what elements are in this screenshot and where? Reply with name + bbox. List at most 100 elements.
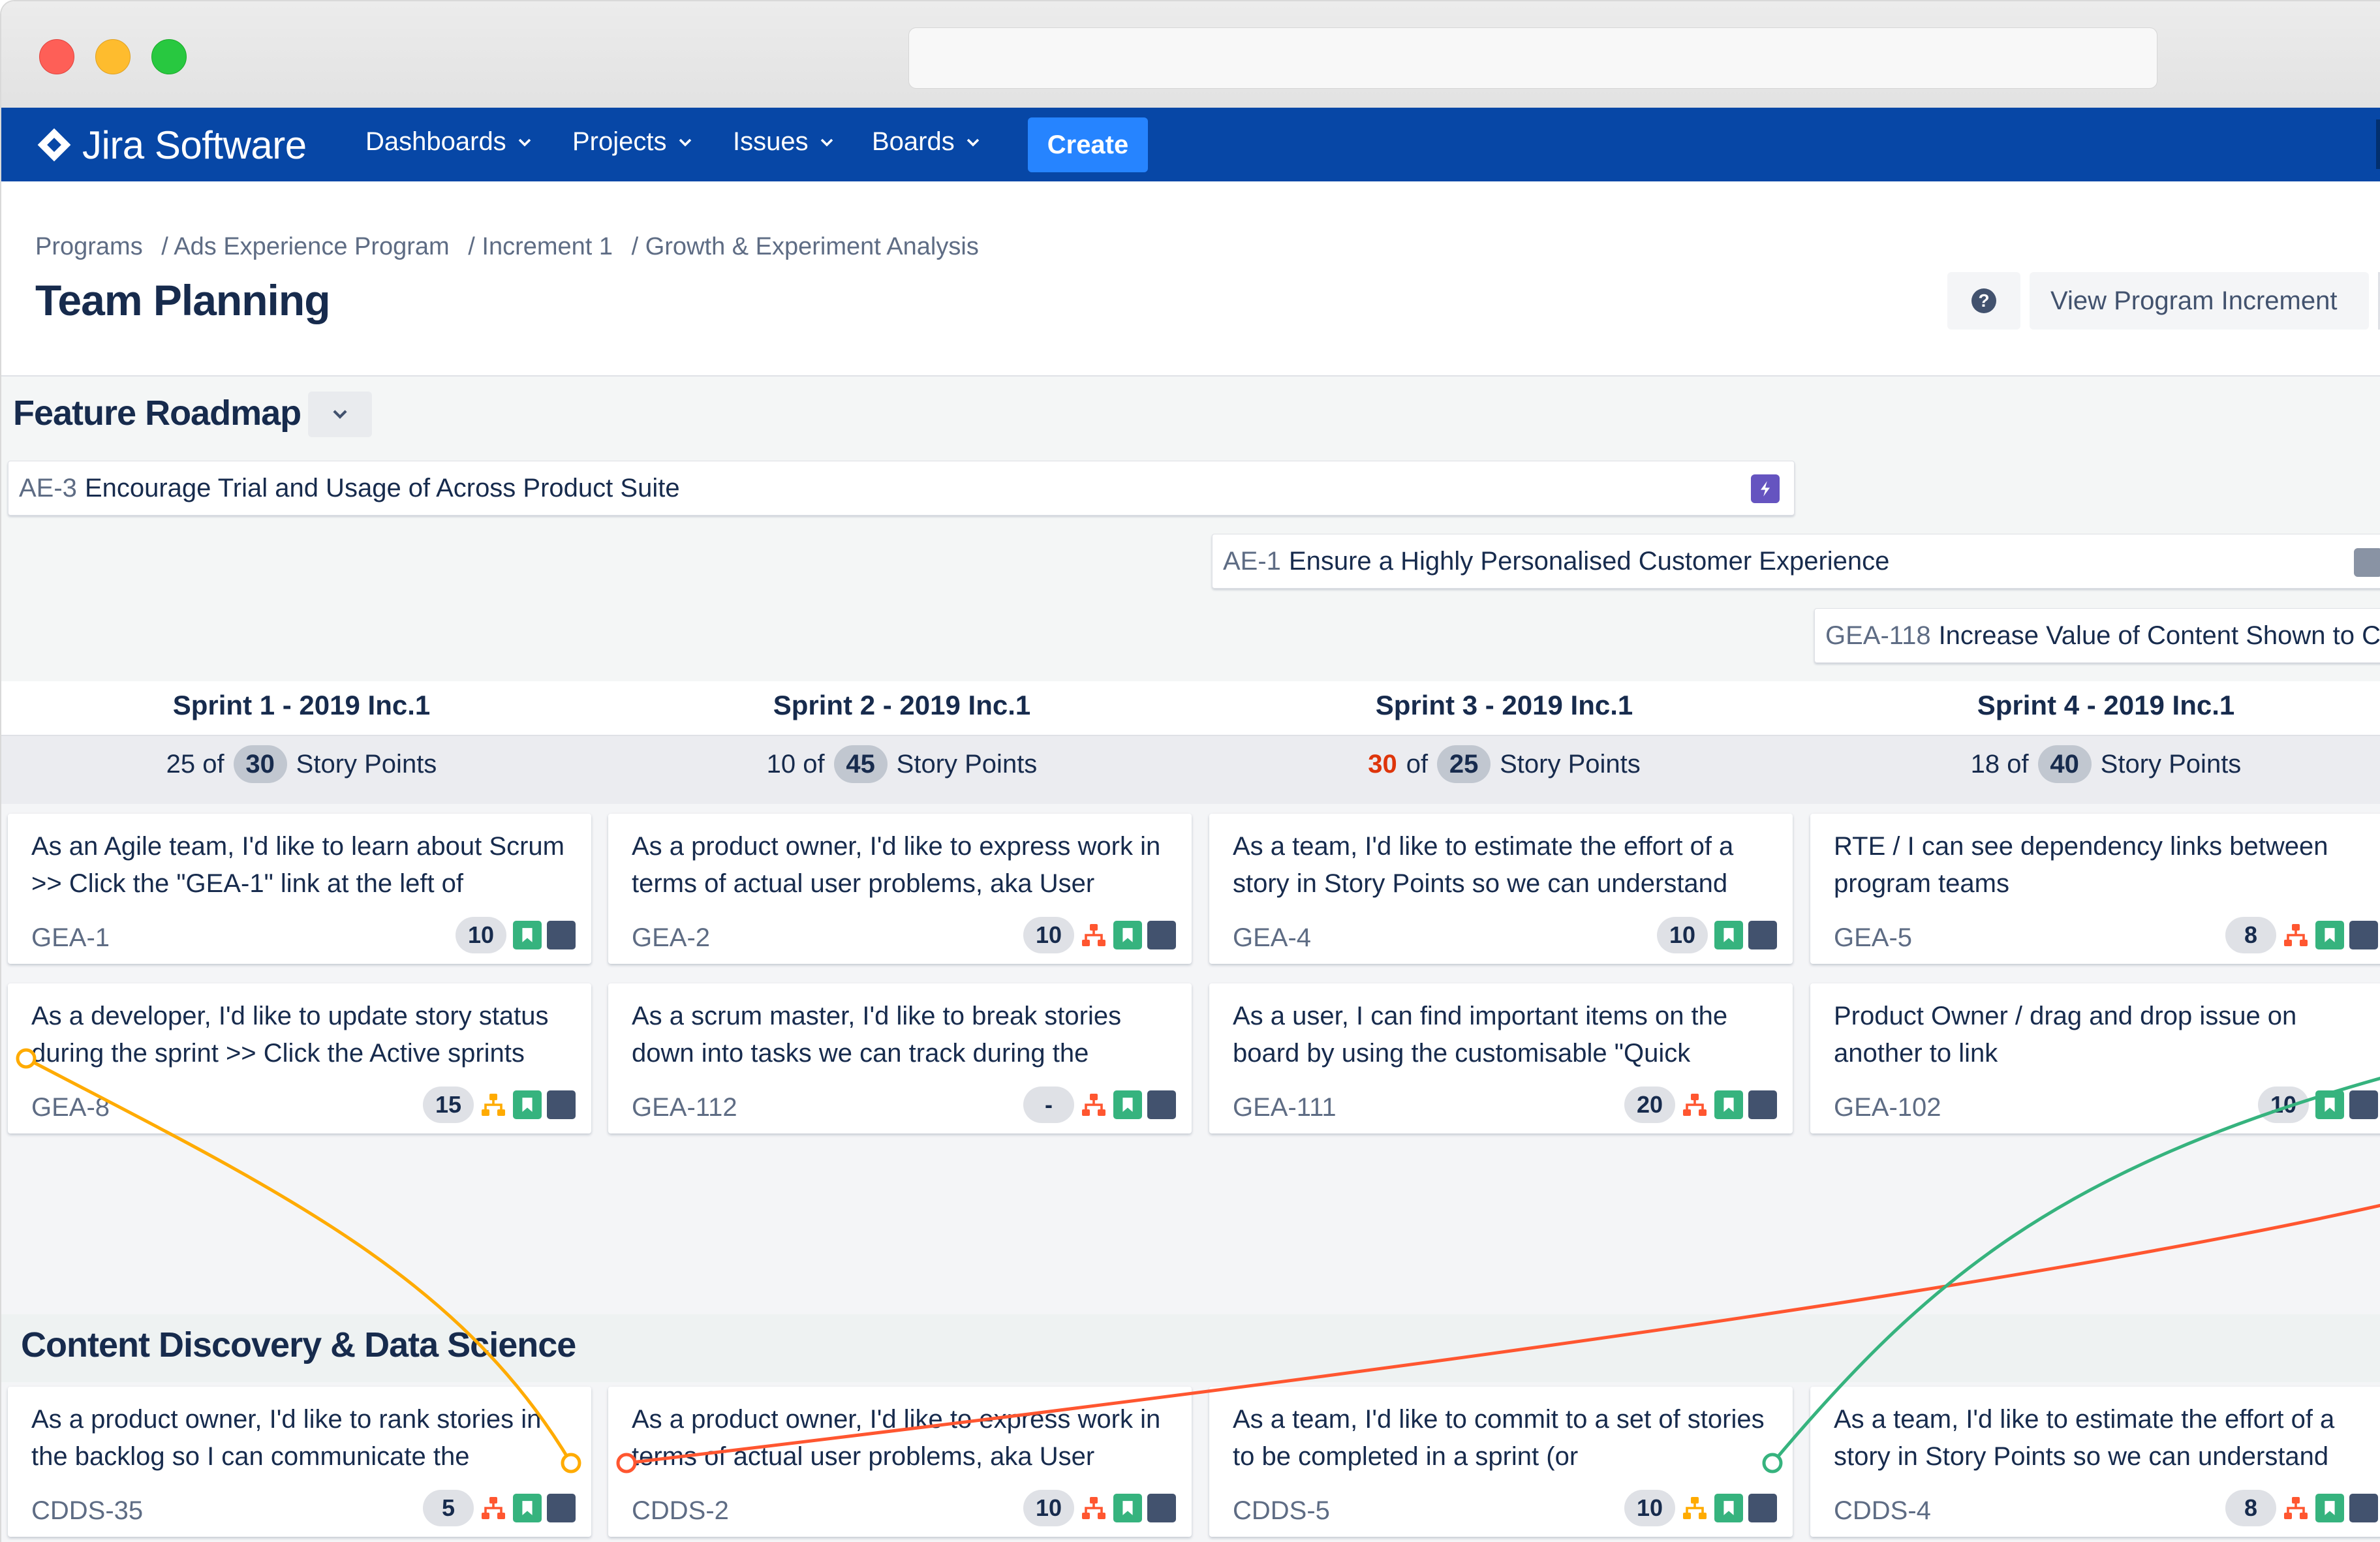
jira-logo[interactable]: Jira Software bbox=[35, 123, 307, 167]
issue-card[interactable]: As an Agile team, I'd like to learn abou… bbox=[8, 814, 591, 964]
nav-boards[interactable]: Boards bbox=[872, 127, 980, 157]
sprint-3-capacity: 30 of 25 Story Points bbox=[1204, 745, 1804, 783]
issue-key[interactable]: CDDS-2 bbox=[632, 1496, 729, 1526]
status-icon bbox=[547, 1090, 576, 1119]
story-icon bbox=[1714, 1494, 1743, 1522]
status-icon bbox=[1748, 921, 1777, 949]
story-points-badge: 5 bbox=[423, 1490, 474, 1526]
issue-key[interactable]: GEA-1 bbox=[31, 923, 110, 953]
story-points-badge: - bbox=[1023, 1087, 1074, 1123]
brand-name: Jira Software bbox=[82, 123, 307, 167]
status-icon bbox=[1147, 921, 1176, 949]
story-icon bbox=[1113, 1494, 1142, 1522]
dependency-icon bbox=[2284, 924, 2308, 946]
feature-key: GEA-118 bbox=[1825, 621, 1931, 650]
dependency-icon bbox=[482, 1094, 505, 1116]
issue-key[interactable]: CDDS-4 bbox=[1834, 1496, 1931, 1526]
breadcrumb-team[interactable]: / Growth & Experiment Analysis bbox=[632, 233, 979, 260]
story-icon bbox=[1714, 1090, 1743, 1119]
view-program-increment-button[interactable]: View Program Increment bbox=[2030, 272, 2369, 330]
dependency-icon bbox=[1082, 1497, 1105, 1519]
issue-summary: As a team, I'd like to estimate the effo… bbox=[1834, 1405, 2335, 1471]
issue-summary: As a developer, I'd like to update story… bbox=[31, 1002, 549, 1068]
question-circle-icon: ? bbox=[1971, 288, 1996, 313]
status-icon bbox=[2349, 921, 2378, 949]
issue-summary: As a scrum master, I'd like to break sto… bbox=[632, 1002, 1122, 1068]
issue-key[interactable]: GEA-102 bbox=[1834, 1093, 1941, 1122]
issue-meta: 10 bbox=[2258, 1085, 2378, 1124]
issue-meta: 20 bbox=[1624, 1085, 1777, 1124]
issue-key[interactable]: CDDS-35 bbox=[31, 1496, 143, 1526]
sprint-4-capacity: 18 of 40 Story Points bbox=[1806, 745, 2380, 783]
story-icon bbox=[513, 921, 542, 949]
used-points-over-capacity: 30 bbox=[1368, 749, 1397, 779]
issue-summary: RTE / I can see dependency links between… bbox=[1834, 832, 2328, 898]
issue-summary: As a product owner, I'd like to express … bbox=[632, 1405, 1161, 1471]
chevron-down-icon bbox=[679, 138, 691, 147]
issue-card[interactable]: As a team, I'd like to commit to a set o… bbox=[1209, 1387, 1793, 1537]
capacity-badge: 25 bbox=[1437, 745, 1491, 783]
roadmap-toggle-button[interactable] bbox=[308, 392, 372, 437]
feature-bar-gea-118[interactable]: GEA-118 Increase Value of Content Shown … bbox=[1814, 608, 2380, 663]
minimize-window-button[interactable] bbox=[95, 39, 131, 74]
status-icon bbox=[1147, 1494, 1176, 1522]
issue-card[interactable]: As a team, I'd like to estimate the effo… bbox=[1810, 1387, 2380, 1537]
team-title-cdds: Content Discovery & Data Science bbox=[21, 1325, 576, 1365]
dependency-icon bbox=[482, 1497, 505, 1519]
issue-key[interactable]: GEA-2 bbox=[632, 923, 710, 953]
maximize-window-button[interactable] bbox=[151, 39, 187, 74]
issue-key[interactable]: GEA-5 bbox=[1834, 923, 1912, 953]
issue-key[interactable]: CDDS-5 bbox=[1233, 1496, 1330, 1526]
story-icon bbox=[1113, 921, 1142, 949]
capacity-badge: 40 bbox=[2037, 745, 2092, 783]
status-icon bbox=[2349, 1090, 2378, 1119]
issue-card[interactable]: As a product owner, I'd like to express … bbox=[608, 1387, 1192, 1537]
chevron-down-icon bbox=[966, 138, 980, 147]
issue-key[interactable]: GEA-111 bbox=[1233, 1093, 1337, 1122]
issue-card[interactable]: As a scrum master, I'd like to break sto… bbox=[608, 983, 1192, 1133]
used-points: 10 bbox=[766, 749, 796, 779]
issue-card[interactable]: As a team, I'd like to estimate the effo… bbox=[1209, 814, 1793, 964]
issue-key[interactable]: GEA-8 bbox=[31, 1093, 110, 1122]
status-icon bbox=[1147, 1090, 1176, 1119]
issue-meta: 8 bbox=[2225, 916, 2378, 955]
sprint-1-capacity: 25 of 30 Story Points bbox=[1, 745, 602, 783]
issue-card[interactable]: As a product owner, I'd like to express … bbox=[608, 814, 1192, 964]
breadcrumb-programs[interactable]: Programs bbox=[35, 233, 143, 260]
dependency-icon bbox=[1082, 924, 1105, 946]
breadcrumb-increment[interactable]: / Increment 1 bbox=[468, 233, 613, 260]
feature-bar-ae-1[interactable]: AE-1 Ensure a Highly Personalised Custom… bbox=[1212, 534, 2380, 589]
issue-summary: Product Owner / drag and drop issue on a… bbox=[1834, 1002, 2297, 1068]
dependency-icon bbox=[1082, 1094, 1105, 1116]
close-window-button[interactable] bbox=[39, 39, 74, 74]
story-icon bbox=[1113, 1090, 1142, 1119]
breadcrumb-program[interactable]: / Ads Experience Program bbox=[161, 233, 449, 260]
feature-key: AE-1 bbox=[1223, 546, 1281, 576]
issue-card[interactable]: As a product owner, I'd like to rank sto… bbox=[8, 1387, 591, 1537]
issue-key[interactable]: GEA-112 bbox=[632, 1093, 737, 1122]
issue-key[interactable]: GEA-4 bbox=[1233, 923, 1311, 953]
issue-card[interactable]: RTE / I can see dependency links between… bbox=[1810, 814, 2380, 964]
issue-meta: 5 bbox=[423, 1488, 576, 1528]
epic-icon bbox=[2354, 548, 2380, 577]
story-points-badge: 8 bbox=[2225, 1490, 2276, 1526]
story-points-badge: 10 bbox=[2258, 1087, 2309, 1123]
issue-card[interactable]: As a developer, I'd like to update story… bbox=[8, 983, 591, 1133]
issue-card[interactable]: Product Owner / drag and drop issue on a… bbox=[1810, 983, 2380, 1133]
issue-summary: As a product owner, I'd like to express … bbox=[632, 832, 1161, 898]
browser-chrome bbox=[1, 1, 2380, 108]
create-button[interactable]: Create bbox=[1028, 117, 1148, 172]
nav-dashboards[interactable]: Dashboards bbox=[365, 127, 531, 157]
feature-bar-ae-3[interactable]: AE-3 Encourage Trial and Usage of Across… bbox=[8, 461, 1795, 516]
sprint-2-capacity: 10 of 45 Story Points bbox=[602, 745, 1202, 783]
issue-meta: 8 bbox=[2225, 1488, 2378, 1528]
nav-issues[interactable]: Issues bbox=[733, 127, 833, 157]
issue-card[interactable]: As a user, I can find important items on… bbox=[1209, 983, 1793, 1133]
issue-summary: As an Agile team, I'd like to learn abou… bbox=[31, 832, 564, 898]
chevron-down-icon bbox=[333, 410, 347, 419]
feature-name: Increase Value of Content Shown to C bbox=[1938, 621, 2380, 650]
address-bar[interactable] bbox=[908, 27, 2157, 89]
nav-projects[interactable]: Projects bbox=[572, 127, 692, 157]
story-icon bbox=[2315, 1090, 2344, 1119]
help-button[interactable]: ? bbox=[1947, 272, 2020, 330]
